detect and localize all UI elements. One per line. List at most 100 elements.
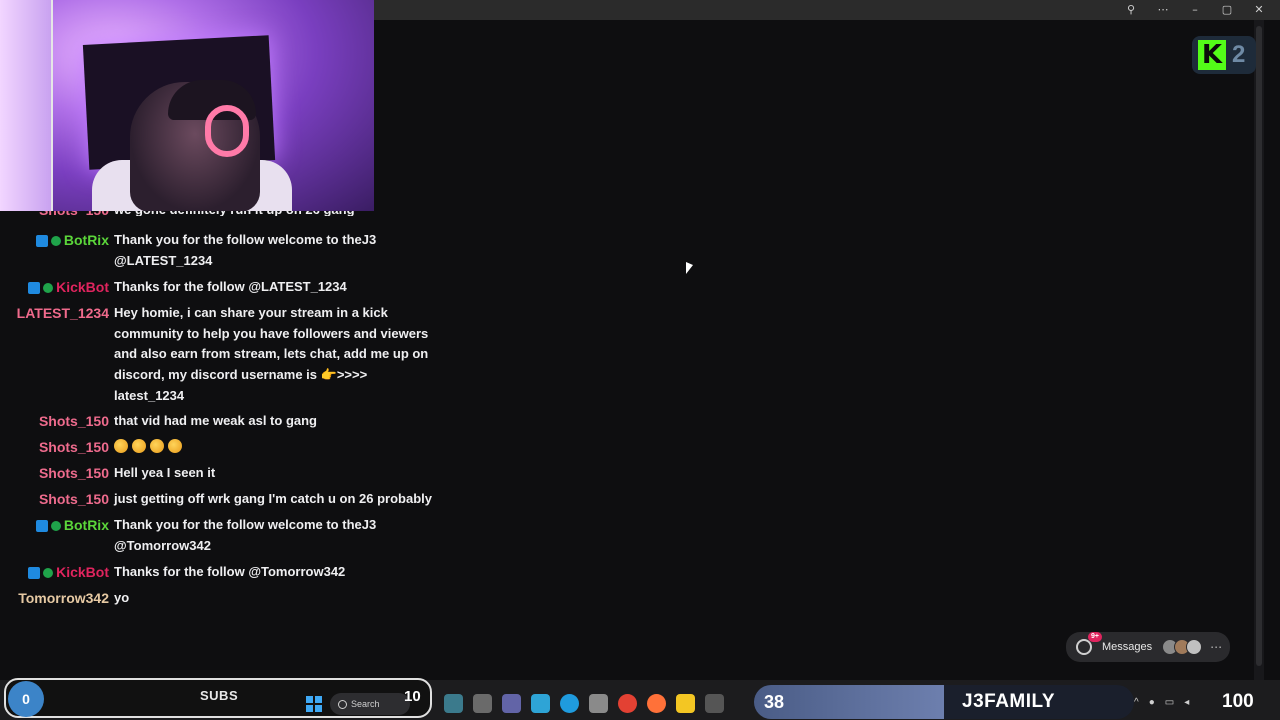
laughing-emote-icon <box>132 439 146 453</box>
kick-widget[interactable]: K 2 <box>1192 36 1256 74</box>
teams-icon[interactable] <box>502 694 521 713</box>
chat-identity: Tomorrow342 <box>0 588 114 609</box>
bot-badge-icon <box>28 282 41 294</box>
subs-label: SUBS <box>200 688 239 703</box>
messages-button[interactable]: 9+ Messages ⋯ <box>1066 632 1230 662</box>
verified-badge-icon <box>43 568 54 578</box>
chat-username[interactable]: KickBot <box>56 562 109 583</box>
headset-icon <box>205 105 249 157</box>
chat-message: Shots_150 Hell yea I seen it <box>0 463 450 484</box>
windows-start-icon[interactable] <box>306 696 322 712</box>
verified-badge-icon <box>50 236 61 246</box>
chat-identity: KickBot <box>0 562 114 583</box>
chat-username[interactable]: Shots_150 <box>39 463 109 484</box>
chat-message: BotRix Thank you for the follow welcome t… <box>0 515 450 556</box>
kick-count: 2 <box>1232 41 1246 68</box>
chat-message: Shots_150 just getting off wrk gang I'm c… <box>0 489 450 510</box>
avatar <box>1186 639 1203 655</box>
chat-username[interactable]: Tomorrow342 <box>18 588 109 609</box>
stream-screen: ⚲ ⋯ – ▢ ✕ Shots_150 we gone definitely r… <box>0 0 1280 720</box>
mic-icon[interactable]: ● <box>1149 697 1155 708</box>
messages-label: Messages <box>1102 641 1153 653</box>
edge-icon[interactable] <box>560 694 579 713</box>
mouse-cursor-icon <box>686 262 693 274</box>
laughing-emote-icon <box>150 439 164 453</box>
chat-identity: KickBot <box>0 277 114 298</box>
chat-identity: Shots_150 <box>0 489 114 510</box>
search-icon <box>338 699 347 709</box>
maximize-icon[interactable]: ▢ <box>1220 2 1234 18</box>
more-icon[interactable]: ⋯ <box>1210 640 1222 654</box>
taskbar-apps <box>444 694 724 713</box>
chat-text: that vid had me weak asl to gang <box>114 413 317 428</box>
chat-username[interactable]: Shots_150 <box>39 411 109 432</box>
follower-count: 38 <box>764 692 785 712</box>
app-icon[interactable] <box>705 694 724 713</box>
chat-message: Shots_150 <box>0 437 450 458</box>
chat-message: Shots_150 that vid had me weak asl to gan… <box>0 411 450 432</box>
chat-identity: BotRix <box>0 515 114 556</box>
bot-badge-icon <box>28 567 41 579</box>
bot-badge-icon <box>35 520 48 532</box>
system-tray: ^ ● ▭ ◂ <box>1134 697 1189 708</box>
chat-text: Thank you for the follow welcome to theJ… <box>114 517 377 553</box>
chat-username[interactable]: BotRix <box>64 230 109 251</box>
chat-identity: LATEST_1234 <box>0 303 114 407</box>
display-icon[interactable]: ▭ <box>1165 697 1174 708</box>
taskbar-search[interactable]: Search <box>330 693 410 715</box>
task-view-icon[interactable] <box>473 694 492 713</box>
chat-message: KickBot Thanks for the follow @LATEST_123… <box>0 277 450 298</box>
chat-identity: Shots_150 <box>0 411 114 432</box>
messages-icon: 9+ <box>1076 632 1102 655</box>
more-icon[interactable]: ⋯ <box>1156 2 1170 18</box>
chat-username[interactable]: Shots_150 <box>39 489 109 510</box>
webcam-feed <box>0 0 374 211</box>
verified-badge-icon <box>50 521 61 531</box>
chat-text: Hell yea I seen it <box>114 465 216 480</box>
widgets-icon[interactable] <box>444 694 463 713</box>
chevron-up-icon[interactable]: ^ <box>1134 697 1139 708</box>
chat-text: Hey homie, i can share your stream in a … <box>114 305 429 403</box>
chat-username[interactable]: LATEST_1234 <box>17 303 109 324</box>
chat-message: LATEST_1234 Hey homie, i can share your s… <box>0 303 450 407</box>
bot-badge-icon <box>35 235 48 247</box>
verified-badge-icon <box>43 283 54 293</box>
subs-goal: 10 <box>404 688 421 705</box>
close-icon[interactable]: ✕ <box>1252 2 1266 18</box>
chat-identity: Shots_150 <box>0 463 114 484</box>
follower-goal-bar <box>754 685 1134 719</box>
subs-current: 0 <box>8 681 44 717</box>
channel-name: J3FAMILY <box>962 691 1056 712</box>
chat-text <box>114 437 434 458</box>
chat-text: Thank you for the follow welcome to theJ… <box>114 232 377 268</box>
chat-text: just getting off wrk gang I'm catch u on… <box>114 491 433 506</box>
file-explorer-icon[interactable] <box>676 694 695 713</box>
follower-goal: 100 <box>1222 691 1254 712</box>
copilot-icon[interactable] <box>531 694 550 713</box>
chrome-icon[interactable] <box>618 694 637 713</box>
firefox-icon[interactable] <box>647 694 666 713</box>
chat-message: BotRix Thank you for the follow welcome t… <box>0 230 450 271</box>
chat-message: KickBot Thanks for the follow @Tomorrow34… <box>0 562 450 583</box>
chat-scrollbar[interactable] <box>1254 20 1264 680</box>
avatar-stack <box>1162 639 1203 655</box>
chat-text: Thanks for the follow @LATEST_1234 <box>114 279 347 294</box>
chat-text: Thanks for the follow @Tomorrow342 <box>114 564 346 579</box>
chat-message: Tomorrow342 yo <box>0 588 450 609</box>
laughing-emote-icon <box>168 439 182 453</box>
minimize-icon[interactable]: – <box>1188 2 1202 18</box>
chat-username[interactable]: BotRix <box>64 515 109 536</box>
chat-username[interactable]: Shots_150 <box>39 437 109 458</box>
search-label: Search <box>351 699 380 709</box>
messages-badge: 9+ <box>1088 632 1102 642</box>
kick-logo-icon: K <box>1198 40 1226 70</box>
chat-identity: Shots_150 <box>0 437 114 458</box>
chat-username[interactable]: KickBot <box>56 277 109 298</box>
pin-icon[interactable]: ⚲ <box>1124 2 1138 18</box>
chat-text: yo <box>114 590 130 605</box>
scrollbar-thumb[interactable] <box>1256 26 1262 666</box>
store-icon[interactable] <box>589 694 608 713</box>
chat-identity: BotRix <box>0 230 114 271</box>
volume-icon[interactable]: ◂ <box>1184 697 1189 708</box>
laughing-emote-icon <box>114 439 128 453</box>
